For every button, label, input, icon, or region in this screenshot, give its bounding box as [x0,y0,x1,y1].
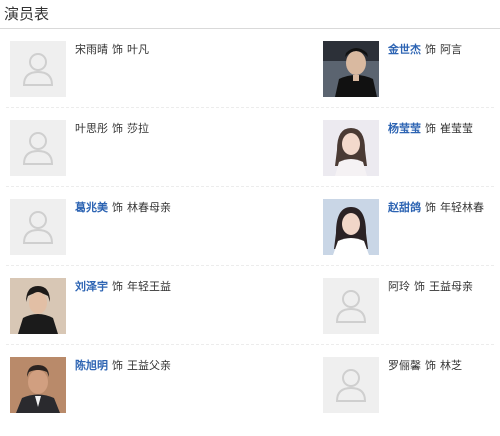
actor-name-link[interactable]: 赵甜鸽 [388,201,421,214]
actor-photo[interactable] [10,357,66,413]
plays-separator: 饰 [425,201,436,214]
cast-item: 赵甜鸽饰年轻林春 [323,199,500,278]
actor-name-link[interactable]: 金世杰 [388,43,421,56]
person-icon [22,211,54,244]
plays-separator: 饰 [414,280,425,293]
role-name: 莎拉 [127,122,149,135]
cast-item: 金世杰饰阿言 [323,41,500,120]
actor-name: 阿玲 [388,280,410,293]
role-name: 王益父亲 [127,359,171,372]
actor-photo-placeholder [10,199,66,255]
role-name: 年轻林春 [440,201,484,214]
man-older-portrait [10,357,66,413]
man-young-portrait [10,278,66,334]
actor-photo[interactable] [323,199,379,255]
actor-photo-placeholder [10,120,66,176]
person-icon [335,290,367,323]
plays-separator: 饰 [112,122,123,135]
actor-photo[interactable] [323,120,379,176]
role-name: 崔莹莹 [440,122,473,135]
cast-item: 陈旭明饰王益父亲 [10,357,250,436]
plays-separator: 饰 [425,43,436,56]
cast-item: 宋雨晴饰叶凡 [10,41,250,120]
cast-item: 罗俪馨饰林芝 [323,357,500,436]
woman-white-portrait [323,199,379,255]
actor-photo-placeholder [323,278,379,334]
cast-grid: 宋雨晴饰叶凡 金世杰饰阿言 叶思彤饰莎拉 杨莹莹 饰 崔莹莹 葛兆美 饰 林春母… [0,29,500,421]
plays-separator: 饰 [112,280,123,293]
person-icon [335,369,367,402]
cast-item: 葛兆美饰林春母亲 [10,199,250,278]
plays-separator: 饰 [112,359,123,372]
man-dark-hair-portrait [323,41,379,97]
actor-photo-placeholder [10,41,66,97]
plays-separator: 饰 [112,43,123,56]
person-icon [22,53,54,86]
cast-item: 叶思彤饰莎拉 [10,120,250,199]
role-name: 王益母亲 [429,280,473,293]
actor-name-link[interactable]: 刘泽宇 [75,280,108,293]
role-name: 叶凡 [127,43,149,56]
woman-light-portrait [323,120,379,176]
actor-photo[interactable] [323,41,379,97]
actor-name: 罗俪馨 [388,359,421,372]
plays-separator: 饰 [425,359,436,372]
cast-item: 刘泽宇饰年轻王益 [10,278,250,357]
plays-separator: 饰 [112,201,123,214]
role-name: 年轻王益 [127,280,171,293]
role-name: 林芝 [440,359,462,372]
plays-separator: 饰 [425,122,436,135]
cast-item: 杨莹莹饰崔莹莹 [323,120,500,199]
actor-name-link[interactable]: 陈旭明 [75,359,108,372]
actor-name: 叶思彤 [75,122,108,135]
actor-photo[interactable] [10,278,66,334]
person-icon [22,132,54,165]
section-title: 演员表 [4,5,50,23]
actor-name-link[interactable]: 杨莹莹 [388,122,421,135]
actor-photo-placeholder [323,357,379,413]
cast-item: 阿玲饰王益母亲 [323,278,500,357]
role-name: 林春母亲 [127,201,171,214]
actor-name-link[interactable]: 葛兆美 [75,201,108,214]
section-header: 演员表 [0,0,500,29]
role-name: 阿言 [440,43,462,56]
actor-name: 宋雨晴 [75,43,108,56]
